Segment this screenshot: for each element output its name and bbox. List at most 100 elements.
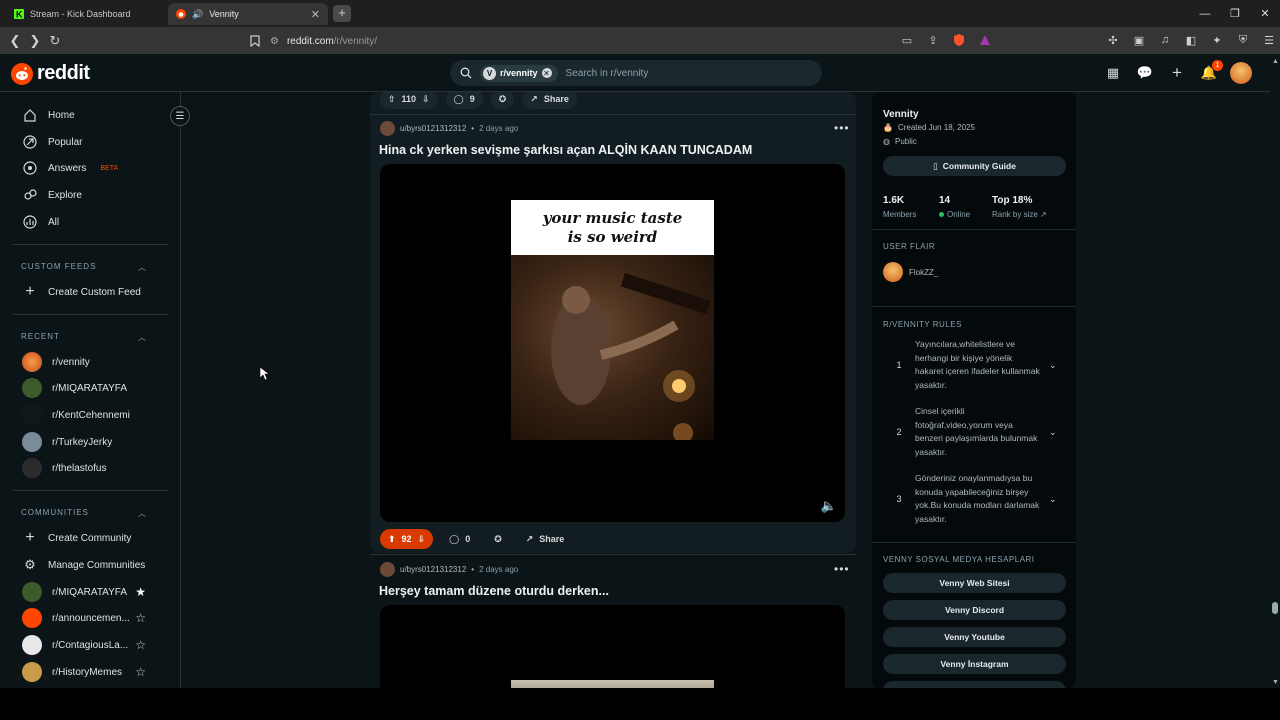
user-avatar[interactable] — [380, 121, 395, 136]
brave-rewards-icon[interactable] — [976, 31, 994, 49]
user-avatar[interactable] — [1230, 62, 1252, 84]
notifications-icon[interactable]: 🔔 1 — [1198, 60, 1223, 84]
new-tab-button[interactable]: + — [333, 5, 351, 22]
search-bar[interactable]: V r/vennity ✕ Search in r/vennity — [450, 60, 822, 86]
recent-header[interactable]: RECENT ︿ — [21, 332, 147, 343]
search-scope-label: r/vennity — [500, 68, 538, 78]
more-options-icon[interactable]: ••• — [834, 562, 850, 576]
user-flair[interactable]: FlokZZ_ — [883, 262, 938, 282]
star-filled-icon[interactable]: ★ — [135, 585, 146, 599]
page-scrollbar[interactable]: ▲ ▼ — [1270, 54, 1280, 688]
post-title[interactable]: Hina ck yerken sevişme şarkısı açan ALQİ… — [379, 143, 752, 157]
community-item[interactable]: r/announcemen... ☆ — [22, 608, 146, 628]
nav-home[interactable]: Home — [22, 105, 75, 125]
community-item[interactable]: r/ContagiousLa... ☆ — [22, 635, 146, 655]
collapse-sidebar-button[interactable]: ☰ — [170, 106, 190, 126]
social-link-more[interactable] — [883, 681, 1066, 688]
search-input[interactable]: Search in r/vennity — [566, 68, 649, 79]
rule-item[interactable]: 1 Yayıncılara,whitelistlere ve herhangi … — [883, 338, 1066, 392]
back-icon[interactable]: ❮ — [6, 32, 24, 50]
speaker-icon[interactable]: 🔊 — [192, 9, 203, 20]
community-item[interactable]: r/MIQARATAYFA ★ — [22, 582, 146, 602]
plus-icon: + — [25, 529, 35, 546]
bookmark-icon[interactable] — [246, 32, 264, 50]
post-author[interactable]: u/byrs0121312312 — [400, 124, 466, 133]
scroll-up-icon[interactable]: ▲ — [1272, 58, 1279, 65]
forward-icon[interactable]: ❯ — [26, 32, 44, 50]
menu-icon[interactable]: ☰ — [1260, 31, 1278, 49]
communities-header[interactable]: COMMUNITIES ︿ — [21, 508, 147, 519]
scroll-down-icon[interactable]: ▼ — [1272, 679, 1279, 686]
divider — [872, 229, 1076, 230]
recent-item[interactable]: r/TurkeyJerky — [22, 432, 112, 452]
address-bar[interactable]: ⚙ reddit.com/r/vennity/ — [270, 31, 970, 51]
star-outline-icon[interactable]: ☆ — [135, 665, 146, 679]
downvote-icon[interactable]: ⇩ — [418, 534, 426, 545]
post-video[interactable] — [380, 605, 845, 688]
wallet-icon[interactable]: ▣ — [1130, 31, 1148, 49]
media-icon[interactable]: ♫ — [1156, 31, 1174, 49]
share-page-icon[interactable]: ⇪ — [924, 31, 942, 49]
reload-icon[interactable]: ↻ — [46, 32, 64, 50]
nav-all[interactable]: All — [22, 212, 59, 232]
share-button[interactable]: ↗ Share — [518, 529, 573, 549]
chat-icon[interactable]: 💬 — [1134, 62, 1156, 84]
post-title[interactable]: Herşey tamam düzene oturdu derken... — [379, 584, 609, 598]
social-link-web[interactable]: Venny Web Sitesi — [883, 573, 1066, 593]
downvote-icon[interactable]: ⇩ — [422, 94, 430, 105]
post-video[interactable]: your music taste is so weird 🔈 — [380, 164, 845, 522]
share-button[interactable]: ↗ Share — [522, 92, 577, 109]
create-community[interactable]: + Create Community — [22, 528, 131, 548]
community-item[interactable]: r/HistoryMemes ☆ — [22, 662, 146, 682]
site-info-icon[interactable]: ⚙ — [270, 36, 279, 47]
create-custom-feed[interactable]: + Create Custom Feed — [22, 282, 141, 302]
close-tab-icon[interactable]: ✕ — [311, 8, 320, 21]
more-options-icon[interactable]: ••• — [834, 121, 850, 135]
tab-title: Stream - Kick Dashboard — [30, 9, 131, 19]
post-author[interactable]: u/byrs0121312312 — [400, 565, 466, 574]
upvote-icon[interactable]: ⇧ — [388, 94, 396, 105]
nav-explore[interactable]: Explore — [22, 185, 82, 205]
clear-scope-icon[interactable]: ✕ — [541, 68, 552, 78]
tab-kick-dashboard[interactable]: K Stream - Kick Dashboard — [6, 3, 166, 25]
star-outline-icon[interactable]: ☆ — [135, 638, 146, 652]
tab-vennity[interactable]: 🔊 Vennity ✕ — [168, 3, 328, 25]
reddit-logo[interactable]: reddit — [11, 62, 90, 85]
advertise-icon[interactable]: ▦ — [1102, 62, 1124, 84]
cast-icon[interactable]: ▭ — [898, 31, 916, 49]
volume-icon[interactable]: 🔈 — [821, 498, 837, 514]
rule-item[interactable]: 3 Gönderiniz onaylanmadıysa bu konuda ya… — [883, 472, 1066, 526]
custom-feeds-header[interactable]: CUSTOM FEEDS ︿ — [21, 262, 147, 273]
brave-shield-icon[interactable] — [950, 31, 968, 49]
recent-item[interactable]: r/MIQARATAYFA — [22, 378, 127, 398]
comments-button[interactable]: ◯ 9 — [445, 92, 483, 109]
create-post-icon[interactable]: + — [1166, 62, 1188, 84]
star-outline-icon[interactable]: ☆ — [135, 611, 146, 625]
minimize-icon[interactable]: — — [1190, 0, 1220, 27]
rank-stat[interactable]: Top 18% Rank by size ↗ — [992, 195, 1047, 219]
sidebar-toggle-icon[interactable]: ◧ — [1182, 31, 1200, 49]
recent-item[interactable]: r/vennity — [22, 352, 90, 372]
search-scope-chip[interactable]: V r/vennity ✕ — [480, 64, 558, 82]
nav-answers[interactable]: Answers BETA — [22, 158, 118, 178]
nav-popular[interactable]: Popular — [22, 132, 82, 152]
scrollbar-thumb[interactable] — [1272, 602, 1278, 614]
award-button[interactable]: ✪ — [490, 92, 515, 109]
close-window-icon[interactable]: ✕ — [1250, 0, 1280, 27]
community-guide-button[interactable]: ▯ Community Guide — [883, 156, 1066, 176]
restore-icon[interactable]: ❐ — [1220, 0, 1250, 27]
comments-button[interactable]: ◯ 0 — [441, 529, 478, 549]
upvote-icon[interactable]: ⬆ — [388, 534, 396, 545]
rule-item[interactable]: 2 Cinsel içerikli fotoğraf,video,yorum v… — [883, 405, 1066, 459]
award-button[interactable]: ✪ — [486, 529, 510, 549]
vpn-icon[interactable]: ⛨ — [1234, 31, 1252, 49]
social-link-instagram[interactable]: Venny İnstagram — [883, 654, 1066, 674]
user-avatar[interactable] — [380, 562, 395, 577]
manage-communities[interactable]: ⚙ Manage Communities — [22, 555, 145, 575]
recent-item[interactable]: r/thelastofus — [22, 458, 106, 478]
recent-item[interactable]: r/KentCehennemi — [22, 405, 130, 425]
social-link-youtube[interactable]: Venny Youtube — [883, 627, 1066, 647]
leo-icon[interactable]: ✦ — [1208, 31, 1226, 49]
extensions-icon[interactable]: ✣ — [1104, 31, 1122, 49]
social-link-discord[interactable]: Venny Discord — [883, 600, 1066, 620]
